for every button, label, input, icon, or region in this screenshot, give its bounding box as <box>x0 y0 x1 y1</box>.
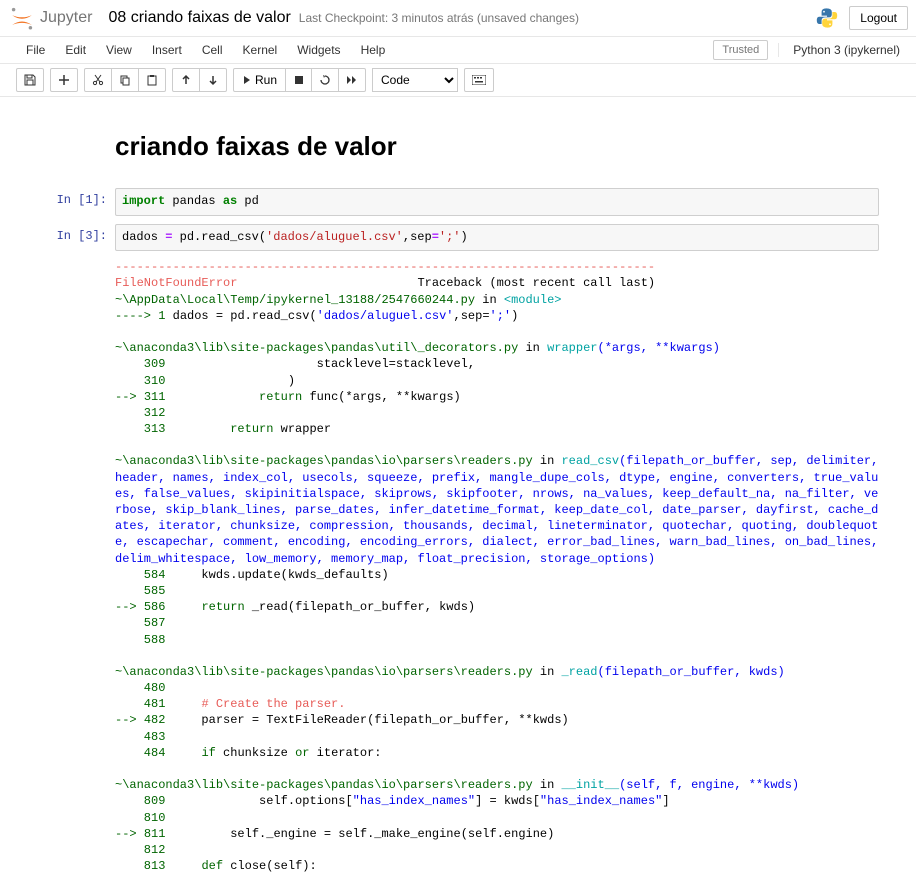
menu-kernel[interactable]: Kernel <box>233 39 288 61</box>
jupyter-text: Jupyter <box>40 9 92 27</box>
copy-button[interactable] <box>112 68 139 92</box>
code-cell[interactable]: In [3]: dados = pd.read_csv('dados/alugu… <box>37 224 879 252</box>
arrow-down-icon <box>207 74 219 86</box>
restart-run-all-button[interactable] <box>339 68 366 92</box>
menu-help[interactable]: Help <box>351 39 396 61</box>
jupyter-logo[interactable]: Jupyter <box>8 4 92 32</box>
markdown-heading: criando faixas de valor <box>115 131 879 162</box>
restart-icon <box>319 74 331 86</box>
jupyter-icon <box>8 4 36 32</box>
menu-widgets[interactable]: Widgets <box>287 39 350 61</box>
run-button[interactable]: Run <box>233 68 286 92</box>
cut-button[interactable] <box>84 68 112 92</box>
notebook-name[interactable]: 08 criando faixas de valor <box>108 9 290 27</box>
restart-button[interactable] <box>312 68 339 92</box>
cell-type-select[interactable]: Code <box>372 68 458 92</box>
code-input[interactable]: dados = pd.read_csv('dados/aluguel.csv',… <box>115 224 879 252</box>
menubar: File Edit View Insert Cell Kernel Widget… <box>0 37 916 64</box>
add-cell-button[interactable] <box>50 68 78 92</box>
input-prompt: In [1]: <box>37 188 115 216</box>
interrupt-button[interactable] <box>286 68 312 92</box>
kernel-indicator: Python 3 (ipykernel) <box>778 43 900 57</box>
copy-icon <box>119 74 131 86</box>
save-icon <box>24 74 36 86</box>
input-prompt: In [3]: <box>37 224 115 252</box>
keyboard-icon <box>472 75 486 85</box>
output-cell: ----------------------------------------… <box>37 259 879 874</box>
notebook-container: criando faixas de valor In [1]: import p… <box>0 97 916 874</box>
menu-edit[interactable]: Edit <box>55 39 96 61</box>
run-icon <box>242 75 252 85</box>
plus-icon <box>58 74 70 86</box>
trusted-indicator[interactable]: Trusted <box>713 40 768 60</box>
paste-icon <box>146 74 158 86</box>
fast-forward-icon <box>346 74 358 86</box>
move-up-button[interactable] <box>172 68 200 92</box>
python-icon <box>815 6 839 30</box>
move-down-button[interactable] <box>200 68 227 92</box>
header-bar: Jupyter 08 criando faixas de valor Last … <box>0 0 916 37</box>
markdown-cell[interactable]: criando faixas de valor <box>37 127 879 180</box>
command-palette-button[interactable] <box>464 68 494 92</box>
code-cell[interactable]: In [1]: import pandas as pd <box>37 188 879 216</box>
logout-button[interactable]: Logout <box>849 6 908 30</box>
toolbar: Run Code <box>0 64 916 97</box>
stop-icon <box>294 75 304 85</box>
paste-button[interactable] <box>139 68 166 92</box>
traceback-output: ----------------------------------------… <box>115 259 879 874</box>
checkpoint-status: Last Checkpoint: 3 minutos atrás (unsave… <box>299 11 579 25</box>
code-input[interactable]: import pandas as pd <box>115 188 879 216</box>
menu-file[interactable]: File <box>16 39 55 61</box>
cut-icon <box>92 74 104 86</box>
save-button[interactable] <box>16 68 44 92</box>
arrow-up-icon <box>180 74 192 86</box>
menu-cell[interactable]: Cell <box>192 39 233 61</box>
menu-insert[interactable]: Insert <box>142 39 192 61</box>
menu-view[interactable]: View <box>96 39 142 61</box>
